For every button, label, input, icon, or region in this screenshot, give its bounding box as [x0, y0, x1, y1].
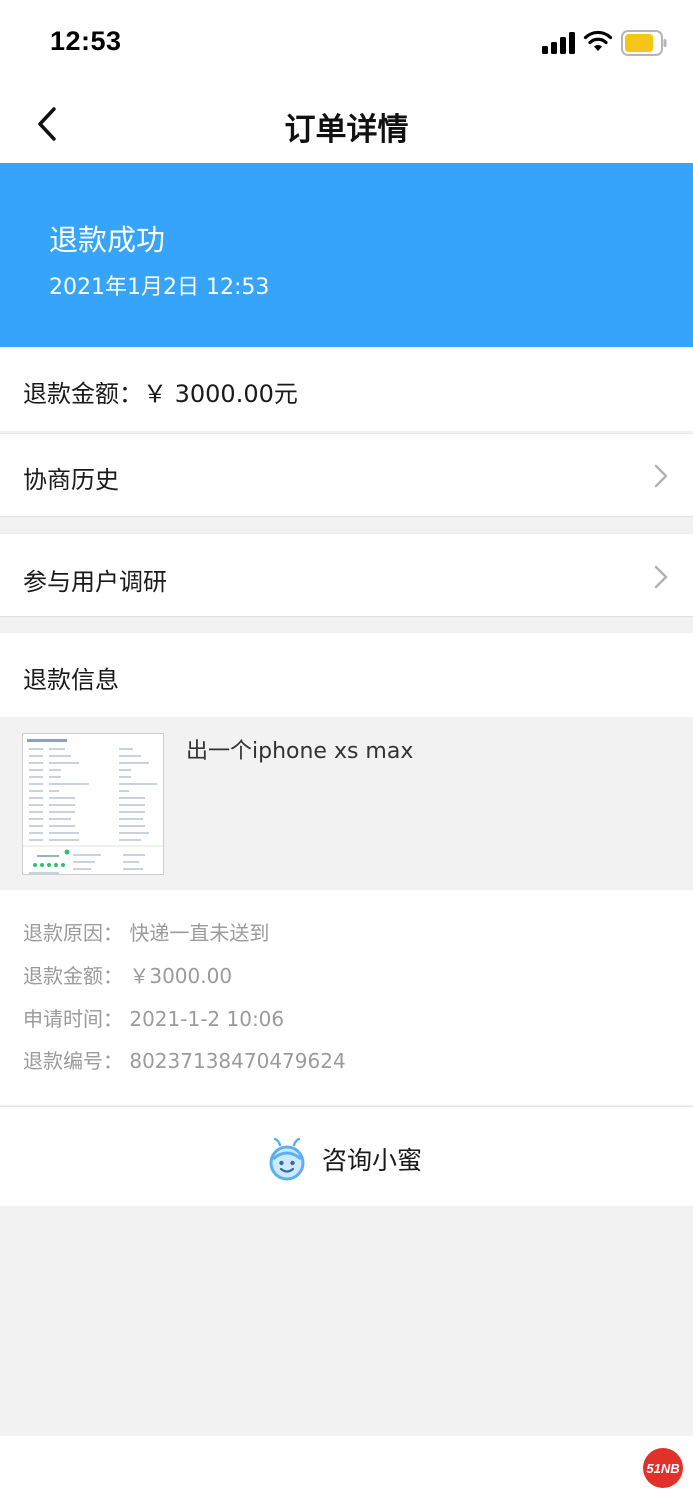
nav-bar: 订单详情	[0, 86, 693, 163]
product-thumbnail-image	[23, 734, 163, 874]
status-bar: 12:53	[0, 0, 693, 86]
product-card[interactable]: 出一个iphone xs max	[0, 717, 693, 890]
refund-info-title: 退款信息	[23, 666, 119, 694]
refund-info-header: 退款信息	[0, 633, 693, 717]
apply-time: 申请时间： 2021-1-2 10:06	[23, 1007, 285, 1031]
bottom-bar: 51NB	[0, 1436, 693, 1500]
refund-amount-row: 退款金额：￥ 3000.00元	[0, 347, 693, 431]
wifi-icon	[583, 30, 613, 51]
refund-reason: 退款原因： 快递一直未送到	[23, 921, 270, 945]
negotiation-history-label: 协商历史	[23, 466, 119, 494]
chevron-right-icon	[654, 464, 668, 488]
svg-text:51NB: 51NB	[646, 1461, 679, 1476]
refund-details: 退款原因： 快递一直未送到 退款金额： ￥3000.00 申请时间： 2021-…	[0, 890, 693, 1105]
battery-icon	[621, 30, 667, 56]
status-time: 12:53	[50, 26, 122, 56]
watermark-logo-mark: 51NB	[646, 1461, 679, 1476]
page-title: 订单详情	[284, 112, 409, 148]
refund-number: 退款编号： 80237138470479624	[23, 1049, 346, 1073]
refund-status-banner: 退款成功 2021年1月2日 12:53	[0, 163, 693, 347]
refund-status-text: 退款成功	[49, 223, 166, 257]
bee-mascot-icon	[269, 1137, 305, 1181]
signal-icon	[542, 32, 575, 54]
consult-assistant-button[interactable]: 咨询小蜜	[0, 1106, 693, 1206]
refund-amount-detail: 退款金额： ￥3000.00	[23, 964, 233, 988]
user-survey-label: 参与用户调研	[23, 568, 167, 596]
refund-amount-label: 退款金额：￥ 3000.00元	[23, 380, 298, 408]
product-title[interactable]: 出一个iphone xs max	[186, 733, 413, 765]
negotiation-history-row[interactable]: 协商历史	[0, 433, 693, 517]
chevron-right-icon	[654, 565, 668, 589]
user-survey-row[interactable]: 参与用户调研	[0, 533, 693, 617]
watermark-logo: 51NB	[643, 1448, 683, 1488]
consult-assistant-label: 咨询小蜜	[322, 1146, 423, 1175]
product-thumbnail[interactable]	[22, 733, 164, 875]
refund-status-time: 2021年1月2日 12:53	[49, 275, 270, 300]
